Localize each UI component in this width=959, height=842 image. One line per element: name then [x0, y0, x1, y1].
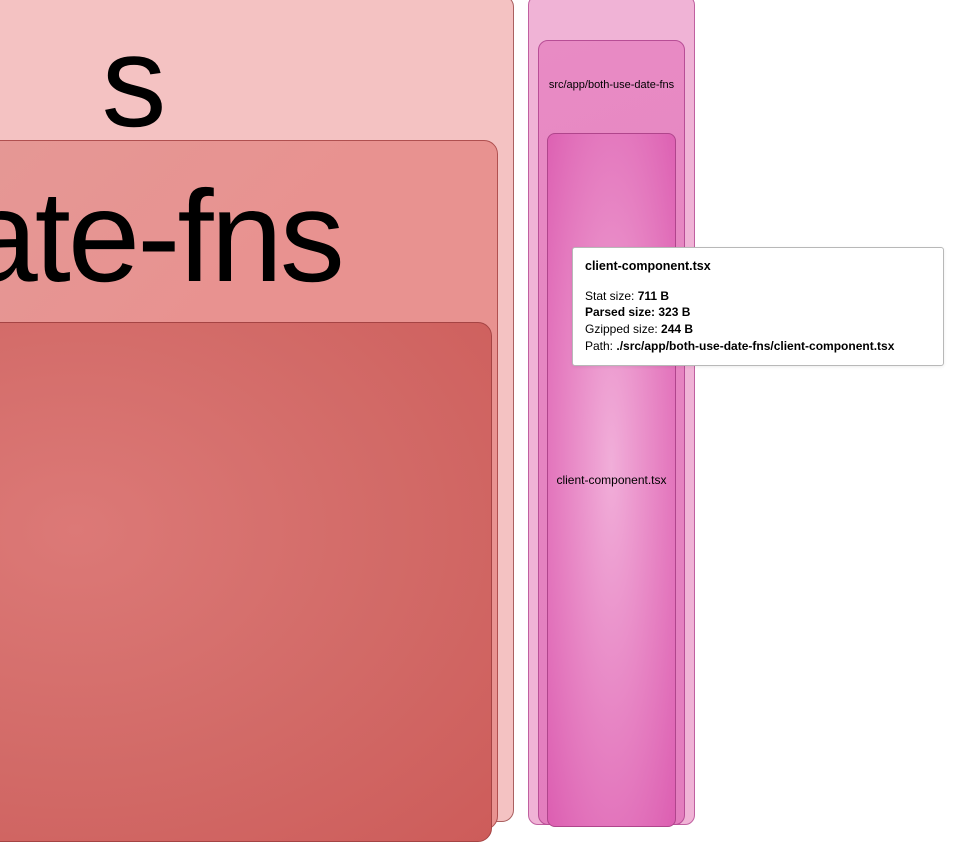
tooltip-title: client-component.tsx — [585, 258, 931, 276]
tooltip-stat-size: Stat size: 711 B — [585, 288, 931, 305]
treemap-block-date-fns-inner[interactable] — [0, 322, 492, 842]
tooltip-stat-label: Stat size: — [585, 289, 638, 303]
tooltip-gzipped-value: 244 B — [661, 322, 693, 336]
treemap-block-label: date-fns — [0, 161, 342, 311]
tooltip-parsed-size: Parsed size: 323 B — [585, 304, 931, 321]
tooltip-path: Path: ./src/app/both-use-date-fns/client… — [585, 338, 931, 355]
tooltip-parsed-label: Parsed size: — [585, 305, 658, 319]
tooltip-gzipped-size: Gzipped size: 244 B — [585, 321, 931, 338]
treemap-block-label: src/app/both-use-date-fns — [549, 79, 674, 91]
treemap-block-client-component[interactable]: client-component.tsx — [547, 133, 676, 827]
tooltip-path-label: Path: — [585, 339, 616, 353]
tooltip: client-component.tsx Stat size: 711 B Pa… — [572, 247, 944, 366]
treemap-block-label: client-component.tsx — [556, 473, 666, 487]
tooltip-stat-value: 711 B — [638, 289, 669, 303]
tooltip-gzipped-label: Gzipped size: — [585, 322, 661, 336]
tooltip-path-value: ./src/app/both-use-date-fns/client-compo… — [616, 339, 894, 353]
treemap-block-label: s — [102, 6, 163, 156]
tooltip-parsed-value: 323 B — [658, 305, 690, 319]
